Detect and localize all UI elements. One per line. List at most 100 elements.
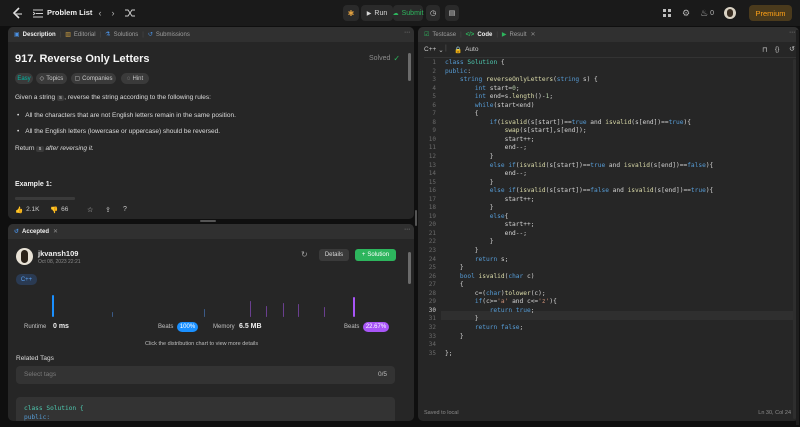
line-number: 27 (428, 281, 436, 289)
check-circle-icon: ✓ (393, 54, 401, 63)
tab-description[interactable]: ▣ Description (14, 31, 56, 39)
toolbar-divider: | (445, 45, 447, 52)
tab-solutions[interactable]: ⚗ Solutions (105, 31, 138, 39)
shuffle-icon[interactable] (124, 6, 136, 20)
line-number: 20 (428, 221, 436, 229)
code-preview-text: class Solution { public: (24, 405, 84, 421)
streak-value: 0 (710, 9, 714, 17)
description-panel: ▣ Description | ▥ Editorial | ⚗ Solutions |… (8, 27, 414, 219)
share-icon[interactable]: ⇪ (105, 206, 111, 214)
horizontal-resize-handle[interactable] (415, 210, 417, 226)
panel-menu-icon[interactable]: ⋯ (404, 29, 410, 36)
description-tabs: ▣ Description | ▥ Editorial | ⚗ Solutions |… (8, 27, 414, 42)
rule-item: • All the English letters (lowercase or u… (17, 128, 221, 135)
line-number-gutter: 1 2 3 4 5 6 7 8 9 10 11 12 13 14 15 16 17 18 19 20 21 22 23 24 2… (420, 59, 436, 358)
line-number: 30 (428, 306, 436, 314)
problem-list-icon[interactable] (32, 6, 44, 20)
line-number: 1 (432, 59, 436, 66)
chevron-down-icon: ⌄ (438, 47, 444, 54)
code-preview: class Solution { public: (16, 397, 395, 421)
thumb-down-icon: 👎 (50, 207, 59, 214)
code-editor-text[interactable]: class Solution { public: string reverseO… (445, 59, 713, 358)
line-number: 3 (432, 76, 436, 84)
language-select[interactable]: C++ ⌄ (424, 46, 444, 54)
format-braces-icon[interactable]: {} (775, 46, 779, 53)
description-scrollbar[interactable] (408, 53, 411, 81)
like-button[interactable]: 👍 2.1K (15, 206, 39, 214)
bullet-icon: • (17, 112, 20, 119)
chart-hint: Click the distribution chart to view mor… (145, 341, 259, 347)
close-tab-icon[interactable]: ✕ (531, 31, 536, 38)
panel-menu-icon[interactable]: ⋯ (404, 226, 410, 233)
problem-title[interactable]: 917. Reverse Only Letters (15, 53, 150, 65)
beats-label: Beats (158, 324, 174, 330)
reset-icon[interactable]: ↺ (789, 45, 795, 53)
vertical-resize-handle[interactable] (200, 220, 216, 222)
accepted-scrollbar[interactable] (408, 252, 411, 284)
tab-code[interactable]: </> Code (466, 32, 493, 38)
username[interactable]: jkvansh109 (38, 249, 78, 258)
dislike-button[interactable]: 👎 66 (50, 206, 68, 214)
settings-gear-icon[interactable]: ⚙ (681, 6, 691, 20)
tag-count: 0/5 (377, 371, 387, 378)
premium-button[interactable]: Premium (749, 5, 792, 21)
tab-submissions[interactable]: ↺ Submissions (148, 31, 190, 39)
line-number: 31 (428, 315, 436, 323)
editor-layout-button[interactable]: ▤ (445, 5, 459, 21)
document-icon: ▣ (14, 32, 20, 38)
play-icon: ▶ (366, 10, 372, 17)
topics-tag[interactable]: ◇ Topics (36, 73, 67, 84)
accepted-panel: ↺ Accepted ✕ ⋯ jkvansh109 Oct 08, 2023 22… (8, 224, 414, 421)
submission-date: Oct 08, 2023 22:21 (38, 259, 81, 265)
related-tags-heading: Related Tags (16, 355, 54, 362)
tab-testcase[interactable]: ☑ Testcase (424, 31, 456, 39)
line-number: 19 (428, 212, 436, 220)
debug-button[interactable]: ✱ (343, 5, 359, 21)
auto-complete-toggle[interactable]: 🔒 Auto (454, 46, 478, 54)
layout-grid-icon[interactable] (662, 6, 672, 20)
companies-tag[interactable]: ▢ Companies (71, 73, 116, 84)
avatar[interactable] (724, 7, 736, 19)
details-button[interactable]: Details (319, 249, 349, 261)
user-avatar[interactable] (16, 248, 33, 265)
tag-select-input[interactable]: Select tags 0/5 (16, 366, 395, 384)
line-number: 11 (428, 144, 436, 152)
tab-result[interactable]: ▶ Result (502, 31, 527, 39)
problem-list-link[interactable]: Problem List (47, 8, 92, 17)
runtime-label: Runtime (24, 324, 47, 330)
next-problem-icon[interactable]: › (108, 6, 118, 20)
example-fade (15, 197, 75, 200)
page-scrollbar[interactable] (796, 30, 799, 425)
panel-menu-icon[interactable]: ⋯ (789, 29, 795, 36)
lock-icon: 🔒 (454, 47, 463, 54)
run-button[interactable]: ▶ Run (361, 5, 393, 21)
thumb-up-icon: 👍 (15, 207, 24, 214)
result-tabs: ↺ Accepted ✕ ⋯ (8, 224, 414, 239)
description-intro: Given a string s, reverse the string acc… (15, 94, 211, 101)
language-badge: C++ (16, 274, 37, 285)
leetcode-logo-icon[interactable] (10, 6, 24, 20)
tab-accepted[interactable]: ↺ Accepted (14, 228, 49, 236)
notes-button[interactable]: ◷ (426, 5, 440, 21)
history-icon: ↺ (14, 229, 20, 235)
close-tab-icon[interactable]: ✕ (53, 228, 58, 235)
cursor-position: Ln 30, Col 24 (758, 410, 791, 416)
line-number: 18 (428, 204, 436, 212)
bookmark-icon[interactable]: ⊓ (762, 46, 767, 54)
line-number: 16 (428, 187, 436, 195)
line-number: 34 (428, 341, 436, 349)
hint-tag[interactable]: ◌ Hint (121, 73, 149, 84)
solution-button[interactable]: + Solution (355, 249, 396, 261)
favorite-star-icon[interactable]: ☆ (87, 206, 93, 214)
chart-bar (204, 309, 205, 317)
save-status: Saved to local (424, 410, 459, 416)
prev-problem-icon[interactable]: ‹ (95, 6, 105, 20)
submit-button[interactable]: ☁ Submit (393, 5, 423, 21)
book-icon: ▥ (65, 32, 71, 38)
streak-counter[interactable]: ♨ 0 (700, 6, 714, 20)
line-number: 33 (428, 332, 436, 340)
refresh-icon[interactable]: ↻ (301, 250, 308, 259)
help-icon[interactable]: ? (123, 206, 127, 213)
bulb-icon: ◌ (126, 75, 131, 82)
tab-editorial[interactable]: ▥ Editorial (65, 31, 95, 39)
